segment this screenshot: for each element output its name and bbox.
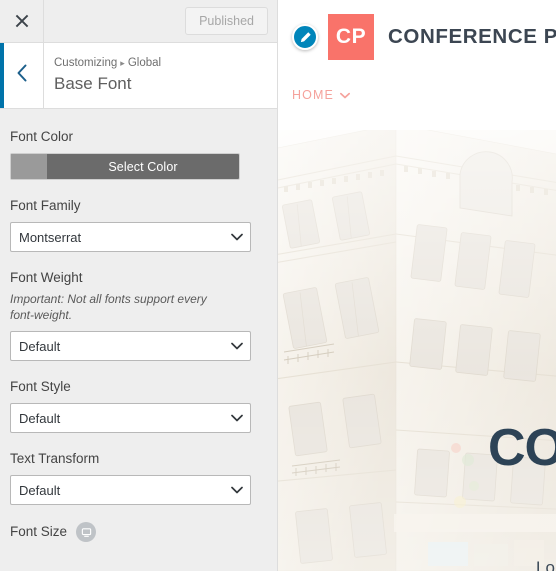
brand-row: CP CONFERENCE PRO [278,0,556,60]
breadcrumb-root: Customizing [54,57,118,70]
font-weight-select[interactable]: Default [10,331,251,361]
control-label: Font Size [10,524,68,539]
site-preview: CP CONFERENCE PRO HOME [278,0,556,571]
site-nav: HOME [292,86,350,104]
customizer-topbar: Published [0,0,277,43]
panel-spacer [0,109,277,128]
font-family-select[interactable]: Montserrat [10,222,251,252]
control-font-size: Font Size [10,522,267,562]
breadcrumb: Customizing ▸ Global [54,55,161,71]
select-color-button[interactable]: Select Color [10,153,240,180]
close-customizer-button[interactable] [0,0,44,42]
control-label: Font Style [10,379,71,394]
customizer-screen: Published Customizing▸Global Base Font [0,0,556,571]
site-logo-text[interactable]: CONFERENCE PRO [388,25,556,49]
font-weight-value: Default [10,331,251,361]
page-title: Base Font [54,73,132,93]
font-size-fields-clipped [10,554,267,562]
text-transform-value: Default [10,475,251,505]
font-family-value: Montserrat [10,222,251,252]
chevron-left-icon [16,64,28,87]
text-transform-select[interactable]: Default [10,475,251,505]
font-style-value: Default [10,403,251,433]
hero-subtitle: Lo [536,558,555,571]
pencil-edit-icon[interactable] [292,24,318,50]
publish-button-label: Published [199,14,254,28]
control-label: Text Transform [10,451,100,466]
customizer-panel: Published Customizing▸Global Base Font [0,0,278,571]
hero-title: CO [488,419,556,477]
font-style-select[interactable]: Default [10,403,251,433]
section-accent-bar [0,43,4,108]
publish-button[interactable]: Published [185,7,268,35]
control-font-family: Font Family Montserrat [10,197,267,252]
section-heading: Customizing ▸ Global Base Font [44,43,161,108]
desktop-device-icon[interactable] [76,522,97,542]
control-font-style: Font Style Default [10,378,267,433]
control-font-color: Font Color Select Color [10,128,267,180]
control-label: Font Color [10,129,74,144]
color-swatch [11,154,47,179]
control-label: Font Weight [10,270,83,285]
section-header: Customizing ▸ Global Base Font [0,43,277,109]
hero-background-photo [278,130,556,571]
breadcrumb-separator: ▸ [120,58,125,69]
control-label: Font Family [10,198,81,213]
control-description: Important: Not all fonts support every f… [10,292,207,322]
close-icon [15,14,29,28]
site-header: CP CONFERENCE PRO HOME [278,0,556,130]
hero-section: CO Lo [278,130,556,571]
breadcrumb-parent: Global [127,57,162,70]
control-text-transform: Text Transform Default [10,450,267,505]
back-button[interactable] [0,43,44,108]
select-color-label: Select Color [108,159,178,174]
nav-item-home[interactable]: HOME [292,88,334,102]
controls-list: Font Color Select Color Font Family Mont… [0,128,277,570]
site-logo-mark[interactable]: CP [328,14,374,60]
control-font-weight: Font Weight Important: Not all fonts sup… [10,269,267,361]
chevron-down-icon[interactable] [339,86,350,104]
